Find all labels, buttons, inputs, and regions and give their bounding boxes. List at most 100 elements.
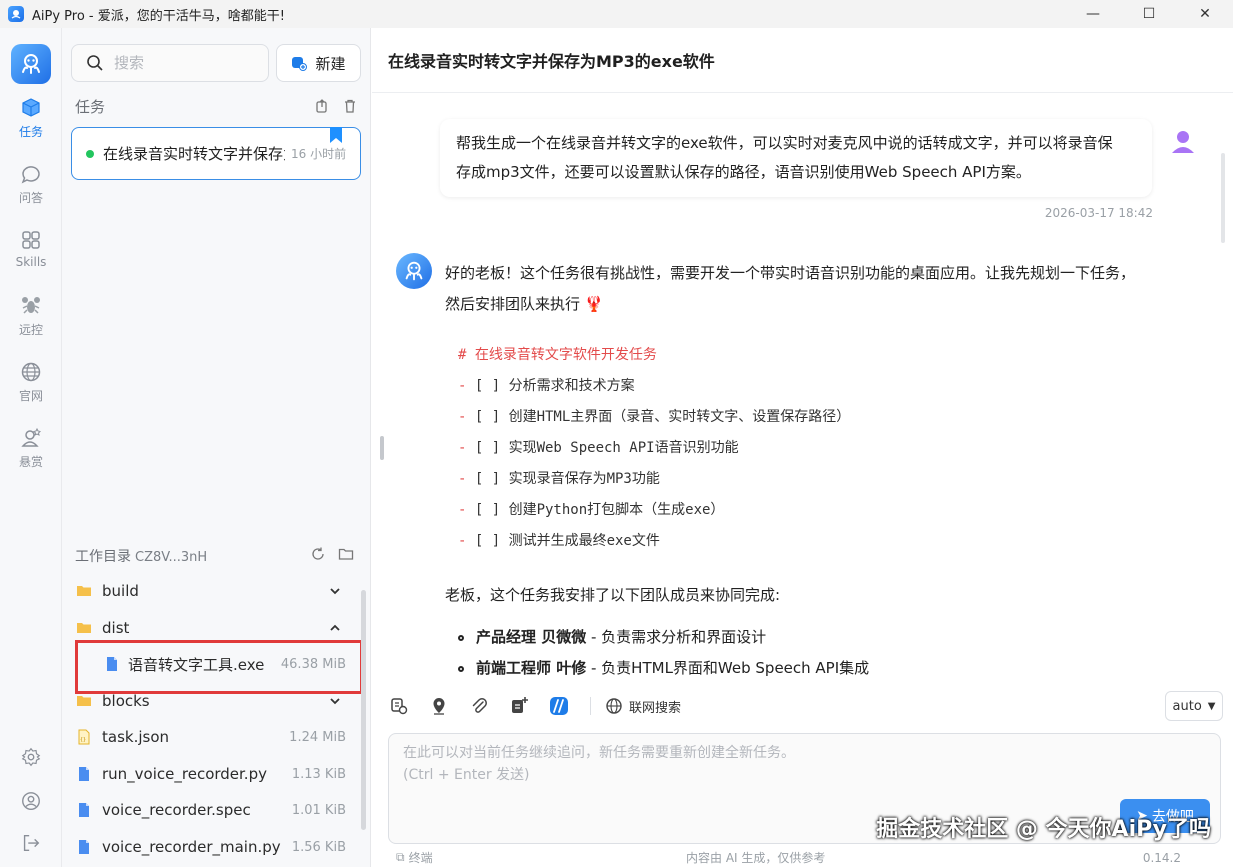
- task-sidebar: 新建 任务 在线录音实时转文字并保存为MP3的exe软件 16 小时前 工作目录…: [62, 28, 371, 867]
- workdir-title: 工作目录 CZ8V...3nH: [75, 546, 207, 566]
- file-row-main-py[interactable]: voice_recorder_main.py 1.56 KiB: [62, 829, 362, 865]
- rail-label: 悬赏: [18, 455, 43, 469]
- file-name: blocks: [102, 692, 150, 710]
- composer-toolbar: 联网搜索 auto ▼: [388, 688, 1223, 724]
- grid-icon: [22, 231, 40, 249]
- bot-message: 好的老板！这个任务很有挑战性，需要开发一个带实时语音识别功能的桌面应用。让我先规…: [445, 258, 1165, 320]
- terminal-label: 终端: [408, 851, 433, 865]
- highlight-box: [75, 640, 363, 694]
- plan-item: - [ ] 分析需求和技术方案: [458, 378, 635, 394]
- logout-icon: [23, 834, 40, 852]
- bot-avatar-icon: [396, 253, 432, 289]
- plan-item: - [ ] 实现Web Speech API语音识别功能: [458, 440, 739, 456]
- attach-button[interactable]: [468, 695, 490, 717]
- logout-button[interactable]: [0, 832, 62, 854]
- file-size: 1.24 MiB: [289, 729, 346, 745]
- plan-heading: # 在线录音转文字软件开发任务: [458, 347, 657, 363]
- close-button[interactable]: ✕: [1177, 0, 1233, 28]
- settings-icon: [21, 747, 41, 767]
- terminal-icon: ⧉: [396, 850, 405, 864]
- chat-title: 在线录音实时转文字并保存为MP3的exe软件: [372, 28, 1233, 93]
- chevron-down-icon[interactable]: [328, 694, 342, 708]
- new-task-label: 新建: [315, 54, 346, 73]
- settings-button[interactable]: [0, 746, 62, 768]
- rail-item-reward[interactable]: 悬赏: [0, 426, 62, 470]
- user-circle-icon: [22, 792, 40, 810]
- rail-label: 远控: [18, 323, 43, 337]
- attachment-icon: [472, 698, 487, 713]
- add-context-button[interactable]: [508, 695, 530, 717]
- status-dot: [86, 149, 94, 158]
- trash-icon[interactable]: [342, 98, 358, 114]
- file-row-build[interactable]: build: [62, 573, 362, 609]
- sidebar-scrollbar[interactable]: [361, 590, 366, 830]
- team-intro: 老板，这个任务我安排了以下团队成员来协同完成:: [445, 586, 781, 604]
- file-name: voice_recorder_main.py: [102, 838, 281, 856]
- window-title: AiPy Pro - 爱派，您的干活牛马，啥都能干!: [32, 8, 285, 24]
- mode-button[interactable]: [548, 695, 570, 717]
- rail-label: Skills: [15, 255, 47, 269]
- search-input[interactable]: [114, 54, 254, 72]
- plan-item: - [ ] 实现录音保存为MP3功能: [458, 471, 660, 487]
- rail-item-skills[interactable]: Skills: [0, 228, 62, 269]
- add-document-icon: [512, 697, 528, 713]
- bot-message-line: 然后安排团队来执行 🦞: [445, 295, 604, 313]
- file-row-spec[interactable]: voice_recorder.spec 1.01 KiB: [62, 792, 362, 828]
- model-value: auto: [1172, 698, 1202, 714]
- tasks-section-title: 任务: [75, 98, 106, 116]
- chevron-down-icon[interactable]: [328, 584, 342, 598]
- team-list: 产品经理 贝微微 - 负责需求分析和界面设计 前端工程师 叶修 - 负责HTML…: [458, 622, 869, 683]
- team-member: 前端工程师 叶修 - 负责HTML界面和Web Speech API集成: [458, 653, 869, 683]
- plan-item: - [ ] 创建Python打包脚本（生成exe）: [458, 502, 725, 518]
- minimize-button[interactable]: —: [1065, 0, 1121, 28]
- folder-icon: [77, 623, 91, 633]
- message-input[interactable]: [403, 742, 1103, 802]
- terminal-toggle[interactable]: ⧉ 终端: [396, 849, 433, 866]
- globe-icon: [606, 698, 622, 714]
- file-icon: [79, 840, 89, 854]
- export-icon[interactable]: [314, 98, 330, 114]
- new-task-button[interactable]: 新建: [276, 44, 361, 82]
- rail-label: 问答: [18, 191, 43, 205]
- task-plan: # 在线录音转文字软件开发任务 - [ ] 分析需求和技术方案 - [ ] 创建…: [458, 340, 850, 557]
- file-name: run_voice_recorder.py: [102, 765, 267, 783]
- reward-icon: [21, 427, 41, 447]
- file-row-run-py[interactable]: run_voice_recorder.py 1.13 KiB: [62, 756, 362, 792]
- location-button[interactable]: [428, 695, 450, 717]
- rail-label: 官网: [18, 389, 43, 403]
- chevron-up-icon[interactable]: [328, 621, 342, 635]
- chat-scrollbar[interactable]: [1221, 153, 1225, 243]
- plan-item: - [ ] 创建HTML主界面（录音、实时转文字、设置保存路径）: [458, 409, 851, 425]
- file-size: 1.13 KiB: [291, 766, 346, 782]
- account-button[interactable]: [0, 790, 62, 812]
- maximize-button[interactable]: ☐: [1121, 0, 1177, 28]
- task-item[interactable]: 在线录音实时转文字并保存为MP3的exe软件 16 小时前: [71, 127, 361, 180]
- model-select[interactable]: auto ▼: [1165, 691, 1223, 721]
- file-row-task-json[interactable]: {} task.json 1.24 MiB: [62, 719, 362, 755]
- folder-open-icon[interactable]: [338, 546, 354, 562]
- file-name: dist: [102, 619, 130, 637]
- panel-resize-handle[interactable]: [380, 436, 384, 460]
- rail-item-remote[interactable]: 远控: [0, 294, 62, 338]
- file-name: build: [102, 582, 139, 600]
- caret-down-icon: ▼: [1207, 700, 1216, 712]
- web-search-toggle[interactable]: 联网搜索: [605, 697, 681, 716]
- cube-icon: [22, 98, 40, 117]
- plugin-button[interactable]: [388, 695, 410, 717]
- bookmark-icon[interactable]: [330, 127, 342, 143]
- rail-item-website[interactable]: 官网: [0, 360, 62, 404]
- search-box[interactable]: [71, 44, 269, 82]
- message-timestamp: 2026-03-17 18:42: [1044, 206, 1153, 220]
- aipy-logo-icon: [11, 44, 51, 84]
- web-search-label: 联网搜索: [629, 700, 682, 716]
- toolbar-divider: [590, 697, 591, 715]
- bot-message-line: 好的老板！这个任务很有挑战性，需要开发一个带实时语音识别功能的桌面应用。让我先规…: [445, 264, 1136, 282]
- slash-mode-icon: [550, 697, 568, 715]
- refresh-icon[interactable]: [310, 546, 326, 562]
- rail-item-tasks[interactable]: 任务: [0, 96, 62, 140]
- ai-disclaimer: 内容由 AI 生成，仅供参考: [686, 851, 826, 865]
- rail-item-qa[interactable]: 问答: [0, 162, 62, 206]
- folder-icon: [77, 586, 91, 596]
- file-name: voice_recorder.spec: [102, 801, 251, 819]
- workdir-label: 工作目录: [75, 549, 131, 565]
